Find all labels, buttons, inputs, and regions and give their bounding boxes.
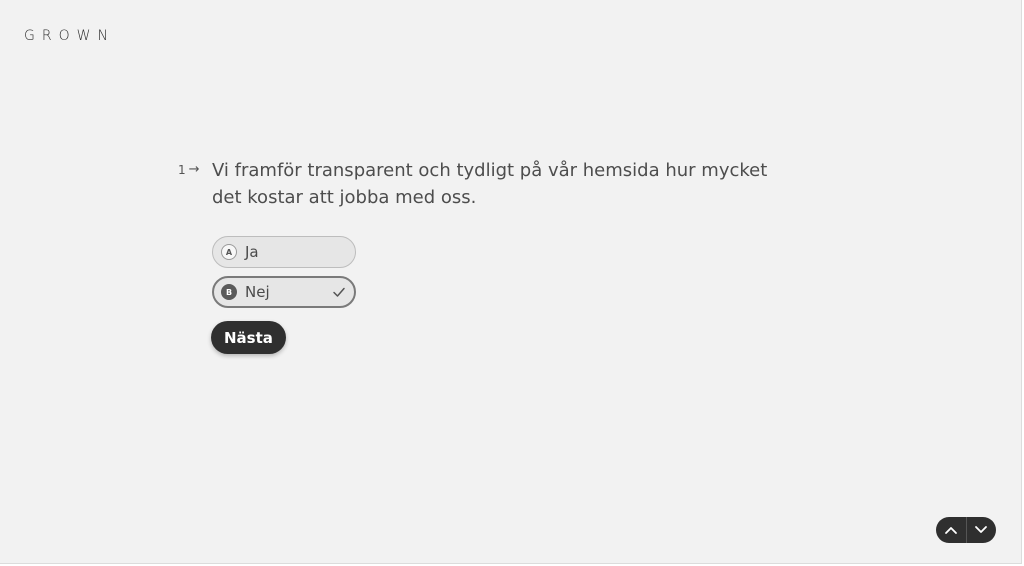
previous-question-button[interactable] (936, 517, 967, 543)
choice-label: Nej (245, 283, 270, 301)
choice-key-badge: A (221, 244, 237, 260)
choice-list: A Ja B Nej (212, 236, 356, 316)
chevron-up-icon (944, 527, 957, 534)
choice-label: Ja (245, 243, 259, 261)
brand-logo[interactable]: GROWN (24, 28, 115, 44)
chevron-down-icon (975, 526, 988, 533)
choice-option-b[interactable]: B Nej (212, 276, 356, 308)
page: GROWN 1 → Vi framför transparent och tyd… (0, 0, 1022, 564)
next-question-button[interactable] (967, 517, 997, 543)
checkmark-icon (333, 287, 345, 297)
choice-option-a[interactable]: A Ja (212, 236, 356, 268)
choice-key-badge: B (221, 284, 237, 300)
question-number-label: 1 (178, 162, 186, 177)
question-text: Vi framför transparent och tydligt på vå… (212, 160, 768, 208)
question-number: 1 → (178, 162, 200, 177)
arrow-right-icon: → (188, 162, 200, 177)
question-block: 1 → Vi framför transparent och tydligt p… (178, 157, 798, 211)
next-button[interactable]: Nästa (211, 321, 286, 354)
question-navigation (936, 517, 996, 543)
